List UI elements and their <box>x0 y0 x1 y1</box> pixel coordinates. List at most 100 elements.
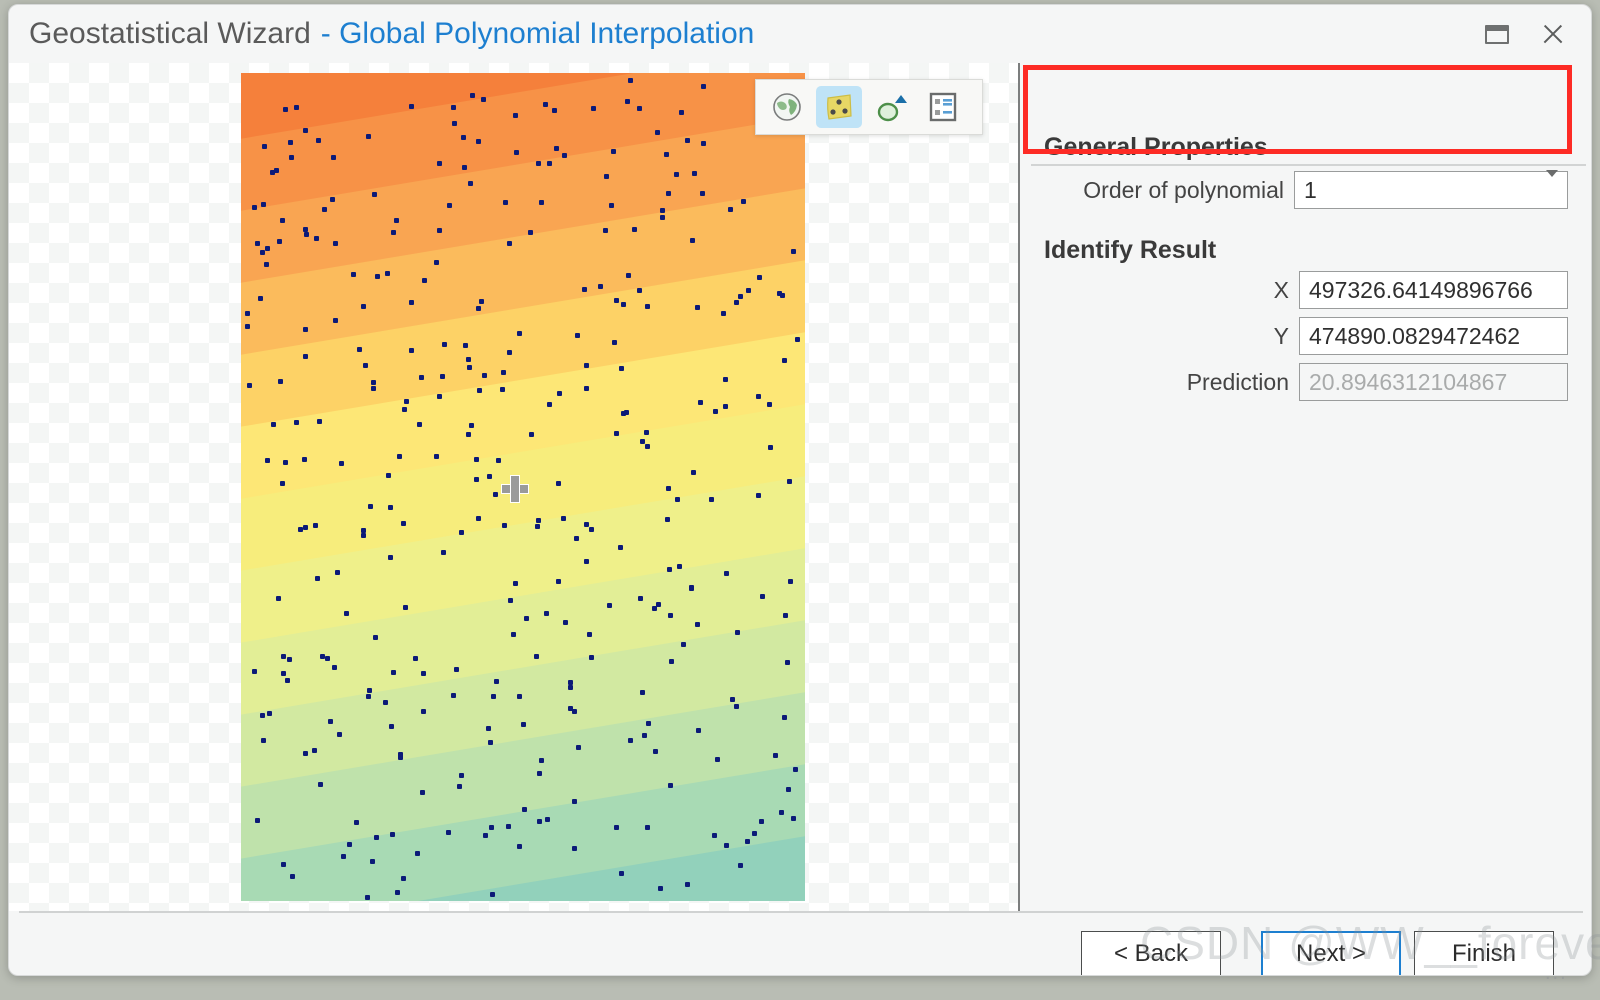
sample-point <box>785 786 791 792</box>
sample-point <box>397 454 403 460</box>
sample-point <box>696 727 702 733</box>
sample-point <box>318 782 324 788</box>
sample-point <box>740 198 746 204</box>
interpolation-surface-map[interactable] <box>241 73 805 901</box>
order-of-polynomial-dropdown[interactable]: 1 <box>1294 169 1568 209</box>
sample-point <box>640 689 646 695</box>
sample-point <box>790 248 796 254</box>
ellipse-icon <box>877 95 907 122</box>
sample-point <box>513 580 519 586</box>
sample-point <box>391 669 396 675</box>
sample-point <box>556 579 562 585</box>
sample-point <box>476 139 482 145</box>
sample-point <box>507 597 513 603</box>
legend-list-icon-button[interactable] <box>920 86 966 128</box>
sample-point <box>465 356 471 362</box>
identify-prediction-field: 20.8946312104867 <box>1299 363 1568 401</box>
sample-point <box>361 532 367 538</box>
sample-point <box>521 721 527 727</box>
sample-point <box>562 619 568 625</box>
sample-point <box>476 306 482 311</box>
ellipse-icon-button[interactable] <box>868 86 914 128</box>
identify-y-field[interactable]: 474890.0829472462 <box>1299 317 1568 355</box>
properties-separator <box>1031 164 1586 166</box>
next-button[interactable]: Next > <box>1261 931 1401 975</box>
sample-point <box>450 693 456 699</box>
sample-point <box>536 161 541 167</box>
sample-point <box>456 784 462 790</box>
sample-point <box>341 854 347 860</box>
sample-point <box>481 372 487 378</box>
sample-point <box>782 358 788 363</box>
sample-point <box>476 387 482 393</box>
sample-point <box>755 394 761 400</box>
sample-point <box>322 207 328 213</box>
sample-point <box>422 278 427 283</box>
sample-point <box>544 610 550 616</box>
sample-point <box>371 191 377 197</box>
sample-point <box>283 460 289 466</box>
sample-point <box>433 453 439 459</box>
sample-point <box>332 665 338 671</box>
surface-points-icon-button[interactable] <box>816 86 862 128</box>
sample-point <box>640 438 646 444</box>
sample-point <box>614 431 619 437</box>
sample-point <box>759 593 765 599</box>
map-preview-pane[interactable] <box>9 63 1018 911</box>
sample-point <box>553 145 559 151</box>
surface-points-icon <box>827 94 852 120</box>
sample-point <box>312 522 318 528</box>
sample-point <box>436 228 442 234</box>
sample-point <box>651 605 657 611</box>
sample-point <box>390 229 396 235</box>
sample-point <box>462 342 468 348</box>
sample-point <box>737 293 743 299</box>
sample-point <box>733 300 739 306</box>
sample-point <box>733 704 739 710</box>
sample-point <box>338 460 344 466</box>
sample-point <box>516 694 522 699</box>
sample-point <box>557 391 563 397</box>
sample-point <box>397 752 403 758</box>
sample-point <box>302 128 308 134</box>
sample-point <box>676 564 682 570</box>
sample-point <box>468 180 474 186</box>
close-icon <box>1541 22 1565 46</box>
sample-point <box>527 230 533 236</box>
sample-point <box>415 851 421 857</box>
sample-point <box>521 806 527 812</box>
sample-point <box>483 833 489 838</box>
map-toolbar[interactable] <box>755 79 983 135</box>
restore-down-icon <box>1485 24 1509 44</box>
sample-point <box>675 496 680 502</box>
identify-crosshair-marker[interactable] <box>501 475 529 503</box>
sample-point <box>286 657 292 663</box>
sample-point <box>722 376 728 382</box>
sample-point <box>583 363 589 368</box>
footer-divider <box>19 911 1583 913</box>
sample-point <box>547 402 553 408</box>
sample-point <box>490 891 496 897</box>
close-button[interactable] <box>1525 10 1581 58</box>
globe-icon-button[interactable] <box>764 86 810 128</box>
sample-point <box>454 666 460 672</box>
sample-point <box>436 394 442 400</box>
sample-point <box>660 208 666 214</box>
identify-prediction-row: Prediction 20.8946312104867 <box>1044 363 1568 401</box>
identify-y-row: Y 474890.0829472462 <box>1044 317 1568 355</box>
sample-point <box>631 227 637 233</box>
sample-point <box>723 403 729 409</box>
back-button[interactable]: < Back <box>1081 931 1221 975</box>
sample-point <box>290 873 295 879</box>
sample-point <box>534 653 540 659</box>
sample-point <box>277 239 283 245</box>
restore-down-button[interactable] <box>1469 10 1525 58</box>
sample-point <box>473 457 479 463</box>
sample-point <box>782 715 788 721</box>
sample-point <box>715 757 721 763</box>
sample-point <box>328 718 334 724</box>
identify-x-field[interactable]: 497326.64149896766 <box>1299 271 1568 309</box>
sample-point <box>357 346 362 352</box>
finish-button[interactable]: Finish <box>1414 931 1554 975</box>
sample-point <box>645 720 651 726</box>
